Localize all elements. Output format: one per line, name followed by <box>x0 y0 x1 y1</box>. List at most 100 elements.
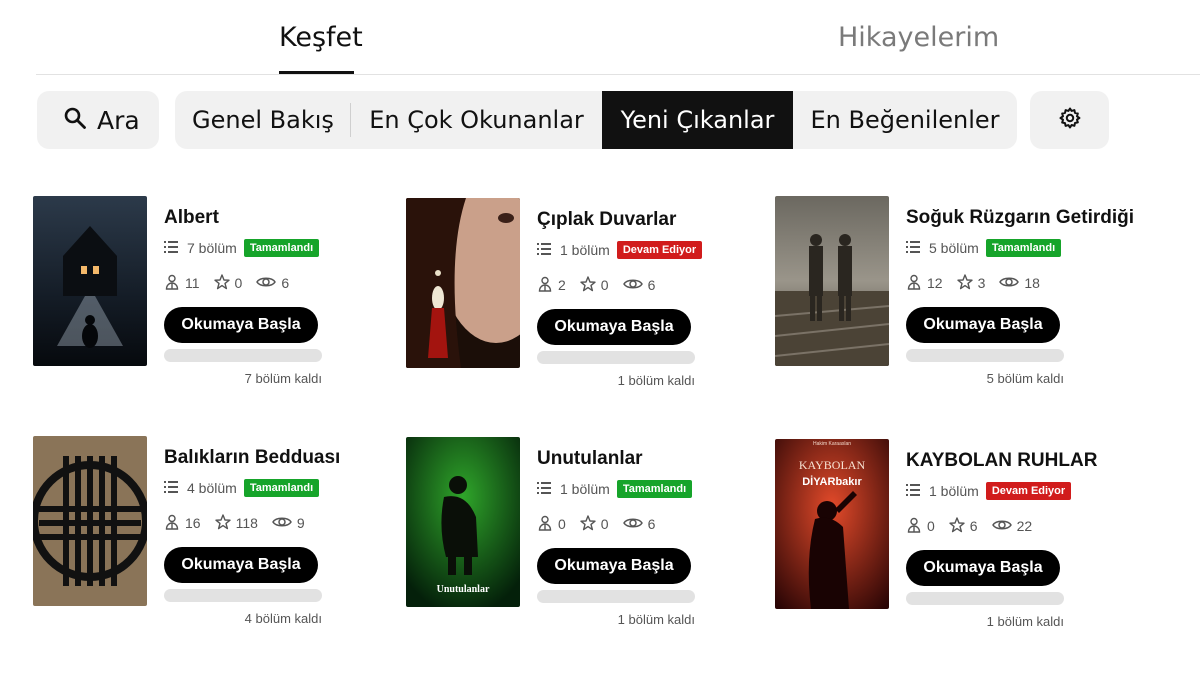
tab-kesfet[interactable]: Keşfet <box>279 22 363 53</box>
cover-subtitle: DİYARbakır <box>802 475 862 488</box>
story-cover[interactable] <box>33 436 147 606</box>
remaining-chapters: 5 bölüm kaldı <box>986 371 1064 386</box>
eye-icon <box>272 515 297 532</box>
view-count: 6 <box>647 516 656 532</box>
remaining-chapters: 1 bölüm kaldı <box>617 373 695 388</box>
story-card: Albert 7 bölüm Tamamlandı 11 0 6 Okumaya… <box>33 196 393 416</box>
readers-icon <box>537 276 558 295</box>
tab-hikayelerim[interactable]: Hikayelerim <box>838 22 999 53</box>
eye-icon <box>622 516 648 533</box>
chapter-count: 1 bölüm <box>560 242 610 258</box>
settings-button[interactable] <box>1030 91 1109 149</box>
filter-yeni-cikanlar[interactable]: Yeni Çıkanlar <box>602 91 793 149</box>
list-icon <box>537 481 551 497</box>
gear-icon <box>1058 106 1082 135</box>
readers-icon <box>906 274 927 293</box>
remaining-chapters: 7 bölüm kaldı <box>244 371 322 386</box>
start-reading-button[interactable]: Okumaya Başla <box>537 548 691 584</box>
reader-count: 16 <box>185 515 201 531</box>
status-badge: Tamamlandı <box>243 479 320 497</box>
star-icon <box>213 273 235 293</box>
status-badge: Tamamlandı <box>243 239 320 257</box>
readers-icon <box>164 514 185 533</box>
reader-count: 11 <box>185 275 200 291</box>
list-icon <box>537 242 551 258</box>
eye-icon <box>999 275 1024 292</box>
reading-progress <box>164 349 322 362</box>
reading-progress <box>906 349 1064 362</box>
chapter-count: 1 bölüm <box>929 483 979 499</box>
status-badge: Devam Ediyor <box>985 482 1072 500</box>
story-card: Unutulanlar Unutulanlar 1 bölüm Tamamlan… <box>406 437 766 657</box>
like-count: 0 <box>600 277 609 293</box>
star-icon <box>580 275 601 295</box>
story-cover[interactable] <box>33 196 147 366</box>
start-reading-button[interactable]: Okumaya Başla <box>906 307 1060 343</box>
list-icon <box>164 480 178 496</box>
story-card: Hakim Karaaslan KAYBOLAN DİYARbakır KAYB… <box>775 439 1135 659</box>
reader-count: 2 <box>558 277 566 293</box>
reader-count: 0 <box>927 518 935 534</box>
status-badge: Tamamlandı <box>616 480 693 498</box>
filter-tabs: Genel Bakış En Çok Okunanlar Yeni Çıkanl… <box>175 91 1017 149</box>
story-title[interactable]: Unutulanlar <box>537 448 767 470</box>
list-icon <box>906 483 920 499</box>
status-badge: Devam Ediyor <box>616 241 703 259</box>
chapter-count: 7 bölüm <box>187 240 237 256</box>
remaining-chapters: 1 bölüm kaldı <box>986 614 1064 629</box>
search-label: Ara <box>97 105 140 135</box>
story-title[interactable]: Albert <box>164 207 394 229</box>
story-cover[interactable] <box>406 198 520 368</box>
view-count: 22 <box>1016 518 1033 534</box>
story-title[interactable]: Çıplak Duvarlar <box>537 209 767 231</box>
story-title[interactable]: Balıkların Bedduası <box>164 447 394 469</box>
filter-genel-bakis[interactable]: Genel Bakış <box>175 91 351 149</box>
eye-icon <box>256 275 281 292</box>
top-tabs: Keşfet Hikayelerim <box>36 0 1200 75</box>
view-count: 6 <box>281 275 290 291</box>
readers-icon <box>537 515 558 534</box>
reading-progress <box>164 589 322 602</box>
remaining-chapters: 1 bölüm kaldı <box>617 612 695 627</box>
filter-en-begenilenler[interactable]: En Beğenilenler <box>793 91 1017 149</box>
story-cover[interactable]: Unutulanlar <box>406 437 520 607</box>
remaining-chapters: 4 bölüm kaldı <box>244 611 322 626</box>
story-title[interactable]: Soğuk Rüzgarın Getirdiği <box>906 207 1136 229</box>
story-title[interactable]: KAYBOLAN RUHLAR <box>906 450 1136 472</box>
filter-en-cok-okunanlar[interactable]: En Çok Okunanlar <box>351 91 602 149</box>
star-icon <box>214 513 236 533</box>
like-count: 0 <box>234 275 243 291</box>
star-icon <box>580 514 601 534</box>
reading-progress <box>537 351 695 364</box>
chapter-count: 5 bölüm <box>929 240 979 256</box>
view-count: 18 <box>1024 275 1040 291</box>
like-count: 6 <box>969 518 978 534</box>
chapter-count: 4 bölüm <box>187 480 237 496</box>
start-reading-button[interactable]: Okumaya Başla <box>906 550 1060 586</box>
start-reading-button[interactable]: Okumaya Başla <box>537 309 691 345</box>
like-count: 118 <box>235 515 258 531</box>
story-card: Çıplak Duvarlar 1 bölüm Devam Ediyor 2 0… <box>406 198 766 418</box>
list-icon <box>906 240 920 256</box>
star-icon <box>956 273 978 293</box>
status-badge: Tamamlandı <box>985 239 1062 257</box>
story-cover[interactable]: Hakim Karaaslan KAYBOLAN DİYARbakır <box>775 439 889 609</box>
search-icon <box>63 106 87 135</box>
list-icon <box>164 240 178 256</box>
start-reading-button[interactable]: Okumaya Başla <box>164 547 318 583</box>
cover-title: KAYBOLAN <box>799 458 866 472</box>
chapter-count: 1 bölüm <box>560 481 610 497</box>
cover-author: Hakim Karaaslan <box>813 441 851 447</box>
readers-icon <box>164 274 185 293</box>
cover-title: Unutulanlar <box>437 584 490 595</box>
view-count: 6 <box>647 277 656 293</box>
eye-icon <box>622 277 648 294</box>
story-cover[interactable] <box>775 196 889 366</box>
active-tab-underline <box>279 71 354 74</box>
eye-icon <box>991 518 1017 535</box>
search-button[interactable]: Ara <box>37 91 159 149</box>
reading-progress <box>906 592 1064 605</box>
start-reading-button[interactable]: Okumaya Başla <box>164 307 318 343</box>
like-count: 0 <box>600 516 609 532</box>
story-card: Soğuk Rüzgarın Getirdiği 5 bölüm Tamamla… <box>775 196 1135 416</box>
